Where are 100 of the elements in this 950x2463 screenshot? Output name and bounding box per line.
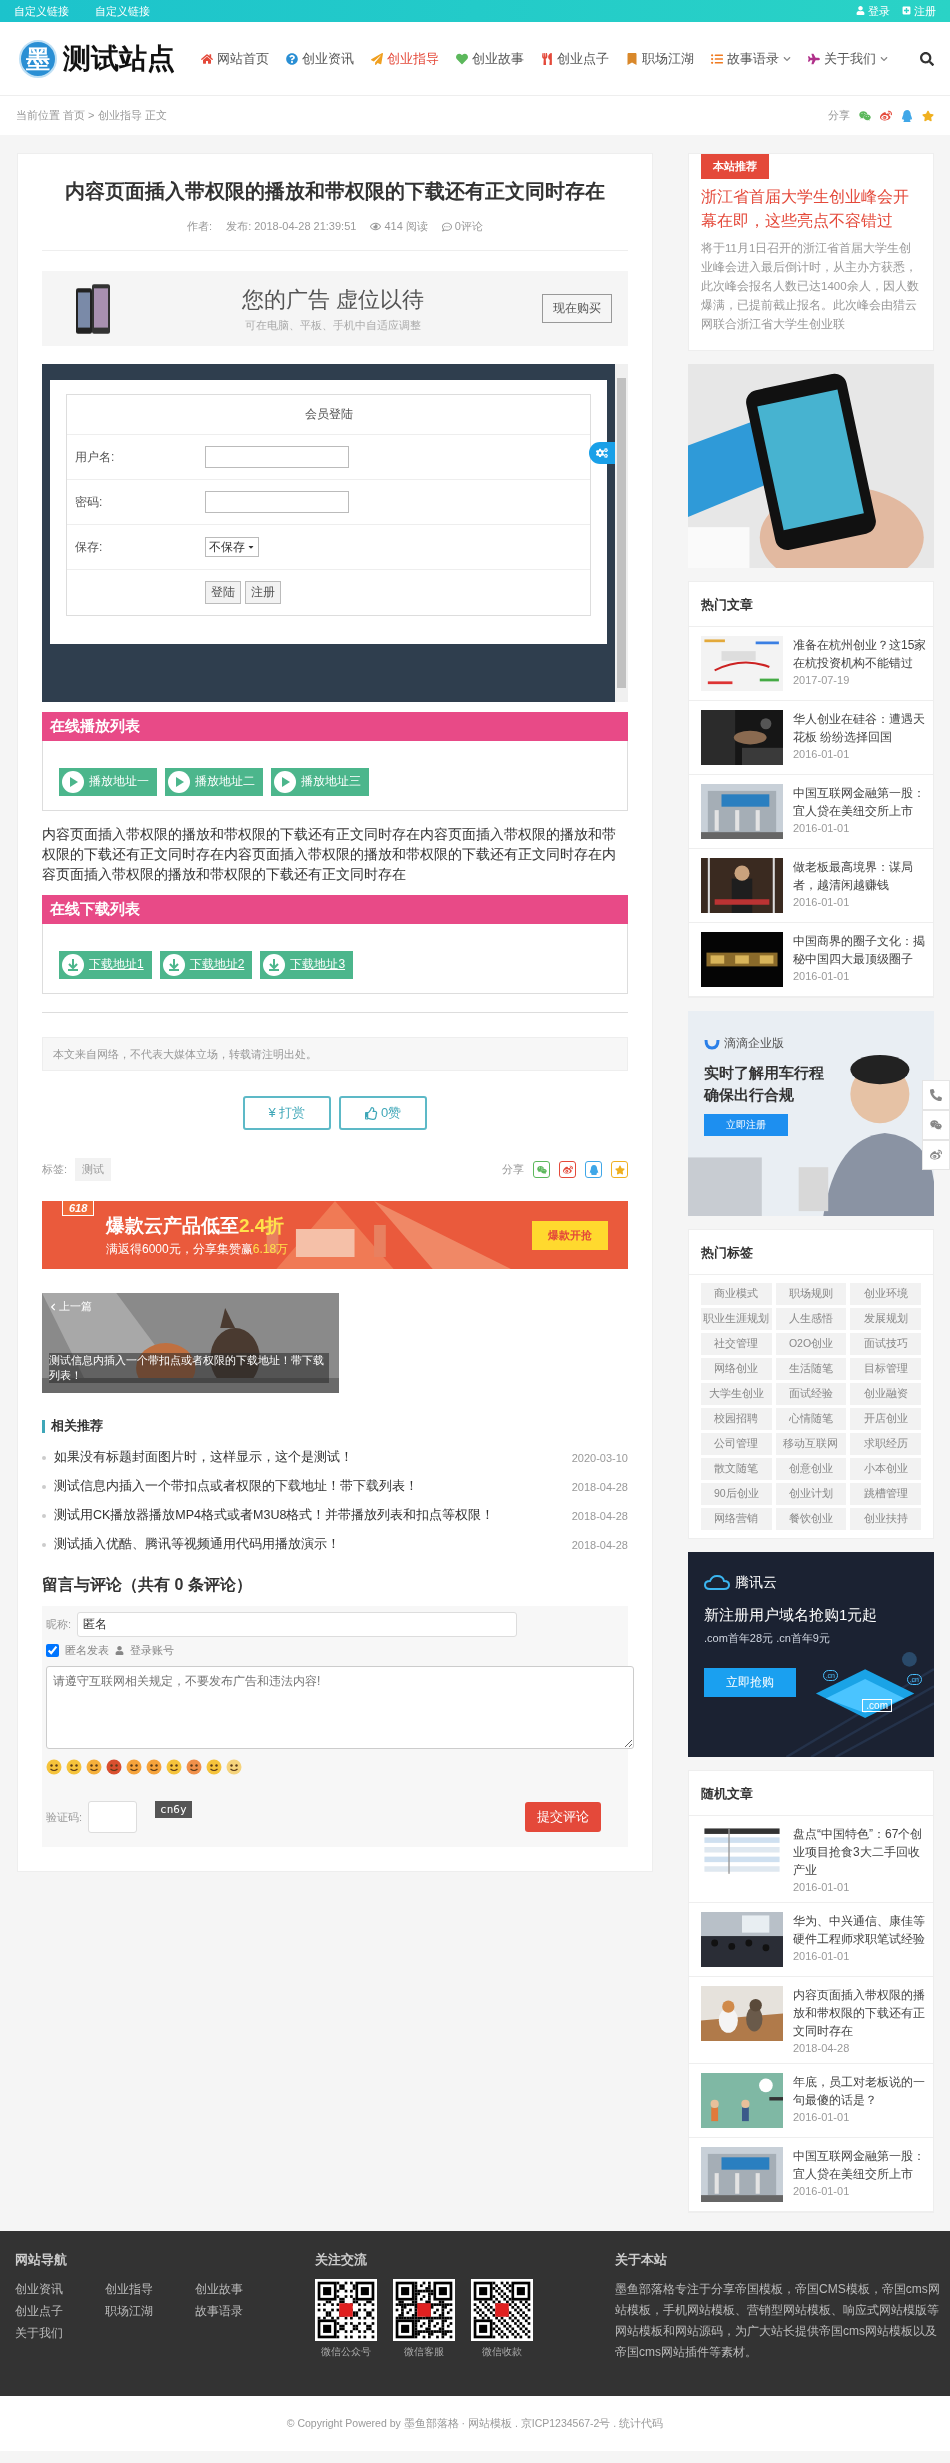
didi-ad[interactable]: 滴滴企业版 实时了解用车行程 确保出行合规 立即注册 <box>688 1011 934 1216</box>
footer-link[interactable]: 创业故事 <box>195 2281 285 2298</box>
tag[interactable]: 开店创业 <box>850 1408 921 1430</box>
tag[interactable]: 散文随笔 <box>701 1458 772 1480</box>
article-link[interactable]: 年底，员工对老板说的一句最傻的话是？ <box>793 2073 927 2109</box>
article-link[interactable]: 中国互联网金融第一股：宜人贷在美纽交所上市 <box>793 2147 927 2183</box>
login-account-link[interactable]: 登录账号 <box>130 1643 174 1658</box>
recommend-title[interactable]: 浙江省首届大学生创业峰会开幕在即，这些亮点不容错过 <box>689 179 933 233</box>
download-button[interactable]: 下载地址1 <box>59 950 152 979</box>
top-link[interactable]: 自定义链接 <box>14 3 69 19</box>
footer-link[interactable]: 故事语录 <box>195 2303 285 2320</box>
weibo-icon[interactable] <box>880 109 892 122</box>
tag[interactable]: 发展规划 <box>850 1308 921 1330</box>
emoji-icon[interactable] <box>146 1759 162 1775</box>
nav-item[interactable]: 创业资讯 <box>286 49 354 68</box>
logo-mark[interactable]: 墨 <box>19 39 57 78</box>
tag[interactable]: 跳槽管理 <box>850 1483 921 1505</box>
footer-link[interactable]: 创业点子 <box>15 2303 105 2320</box>
login-link[interactable]: 登录 <box>855 3 890 19</box>
tag[interactable]: 大学生创业 <box>701 1383 772 1405</box>
buy-button[interactable]: 现在购买 <box>542 294 612 323</box>
related-link[interactable]: 如果没有标题封面图片时，这样显示，这个是测试！ <box>54 1449 353 1466</box>
tag[interactable]: 创业融资 <box>850 1383 921 1405</box>
article-link[interactable]: 华人创业在硅谷：遭遇天花板 纷纷选择回国 <box>793 710 927 746</box>
emoji-icon[interactable] <box>126 1759 142 1775</box>
wechat-icon[interactable] <box>859 109 871 122</box>
tag[interactable]: 网络创业 <box>701 1358 772 1380</box>
tag[interactable]: 创业扶持 <box>850 1508 921 1530</box>
tag[interactable]: 餐饮创业 <box>775 1508 847 1530</box>
article-link[interactable]: 内容页面插入带权限的播放和带权限的下载还有正文同时存在 <box>793 1986 927 2040</box>
password-field[interactable] <box>205 491 349 513</box>
article-link[interactable]: 盘点“中国特色”：67个创业项目抢食3大二手回收产业 <box>793 1825 927 1879</box>
anonymous-checkbox[interactable] <box>46 1644 59 1657</box>
star-icon[interactable] <box>922 109 934 122</box>
nav-item[interactable]: 创业指导 <box>371 49 439 68</box>
emoji-icon[interactable] <box>46 1759 62 1775</box>
emoji-icon[interactable] <box>206 1759 222 1775</box>
tag[interactable]: 职场规则 <box>775 1283 847 1305</box>
promo-banner[interactable]: 618 爆款云产品低至2.4折 满返得6000元，分享集赞赢6.18万 爆款开抢 <box>42 1201 628 1269</box>
emoji-icon[interactable] <box>106 1759 122 1775</box>
emoji-icon[interactable] <box>226 1759 242 1775</box>
related-link[interactable]: 测试插入优酷、腾讯等视频通用代码用播放演示！ <box>54 1536 340 1553</box>
footer-link[interactable]: 职场江湖 <box>105 2303 195 2320</box>
username-field[interactable] <box>205 446 349 468</box>
emoji-icon[interactable] <box>166 1759 182 1775</box>
scrollbar[interactable] <box>615 364 628 702</box>
prev-label[interactable]: 上一篇 <box>49 1299 92 1314</box>
footer-link[interactable]: 创业资讯 <box>15 2281 105 2298</box>
play-button[interactable]: 播放地址一 <box>59 767 157 796</box>
related-link[interactable]: 测试信息内插入一个带扣点或者权限的下载地址！带下载列表！ <box>54 1478 418 1495</box>
tag[interactable]: 网络营销 <box>701 1508 772 1530</box>
tag[interactable]: 生活随笔 <box>775 1358 847 1380</box>
tag[interactable]: 创业环境 <box>850 1283 921 1305</box>
tag[interactable]: 目标管理 <box>850 1358 921 1380</box>
form-button[interactable]: 注册 <box>245 581 281 604</box>
captcha-image[interactable]: cn6y <box>155 1801 192 1818</box>
nav-item[interactable]: 网站首页 <box>201 49 269 68</box>
nav-item[interactable]: 故事语录 <box>711 49 791 68</box>
footer-link[interactable]: 关于我们 <box>15 2325 105 2342</box>
article-link[interactable]: 中国互联网金融第一股：宜人贷在美纽交所上市 <box>793 784 927 820</box>
tag[interactable]: 公司管理 <box>701 1433 772 1455</box>
tag[interactable]: 校园招聘 <box>701 1408 772 1430</box>
qq-share-button[interactable] <box>585 1161 602 1178</box>
weibo-button[interactable] <box>922 1140 950 1170</box>
emoji-icon[interactable] <box>186 1759 202 1775</box>
tag[interactable]: 创业计划 <box>775 1483 847 1505</box>
phone-button[interactable] <box>922 1080 950 1110</box>
select-field[interactable]: 不保存 <box>205 537 259 557</box>
tag[interactable]: 人生感悟 <box>775 1308 847 1330</box>
article-link[interactable]: 做老板最高境界：谋局者，越清闲越赚钱 <box>793 858 927 894</box>
emoji-icon[interactable] <box>66 1759 82 1775</box>
nav-item[interactable]: 关于我们 <box>808 49 888 68</box>
qq-icon[interactable] <box>901 109 913 122</box>
nav-item[interactable]: 创业点子 <box>541 49 609 68</box>
register-link[interactable]: 注册 <box>901 3 936 19</box>
reward-button[interactable]: ¥ 打赏 <box>243 1096 331 1130</box>
tag[interactable]: O2O创业 <box>775 1333 847 1355</box>
comment-field[interactable]: 请遵守互联网相关规定，不要发布广告和违法内容! <box>46 1666 634 1749</box>
submit-button[interactable]: 提交评论 <box>525 1802 601 1832</box>
top-link[interactable]: 自定义链接 <box>95 3 150 19</box>
footer-link[interactable]: 创业指导 <box>105 2281 195 2298</box>
emoji-icon[interactable] <box>86 1759 102 1775</box>
register-button[interactable]: 立即注册 <box>704 1114 788 1136</box>
tag[interactable]: 面试技巧 <box>850 1333 921 1355</box>
related-link[interactable]: 测试用CK播放器播放MP4格式或者M3U8格式！并带播放列表和扣点等权限！ <box>54 1507 495 1524</box>
tag[interactable]: 创意创业 <box>775 1458 847 1480</box>
tag[interactable]: 移动互联网 <box>775 1433 847 1455</box>
article-link[interactable]: 准备在杭州创业？这15家在杭投资机构不能错过 <box>793 636 927 672</box>
settings-button[interactable] <box>589 442 615 464</box>
tag[interactable]: 职业生涯规划 <box>701 1308 772 1330</box>
prev-title[interactable]: 测试信息内插入一个带扣点或者权限的下载地址！带下载列表！ <box>49 1353 329 1383</box>
buy-now-button[interactable]: 立即抢购 <box>704 1668 796 1697</box>
form-button[interactable]: 登陆 <box>205 581 241 604</box>
like-button[interactable]: 0赞 <box>339 1096 427 1130</box>
tag[interactable]: 求职经历 <box>850 1433 921 1455</box>
tag[interactable]: 社交管理 <box>701 1333 772 1355</box>
promo-button[interactable]: 爆款开抢 <box>532 1220 608 1250</box>
play-button[interactable]: 播放地址三 <box>271 767 369 796</box>
weibo-share-button[interactable] <box>559 1161 576 1178</box>
nav-item[interactable]: 创业故事 <box>456 49 524 68</box>
